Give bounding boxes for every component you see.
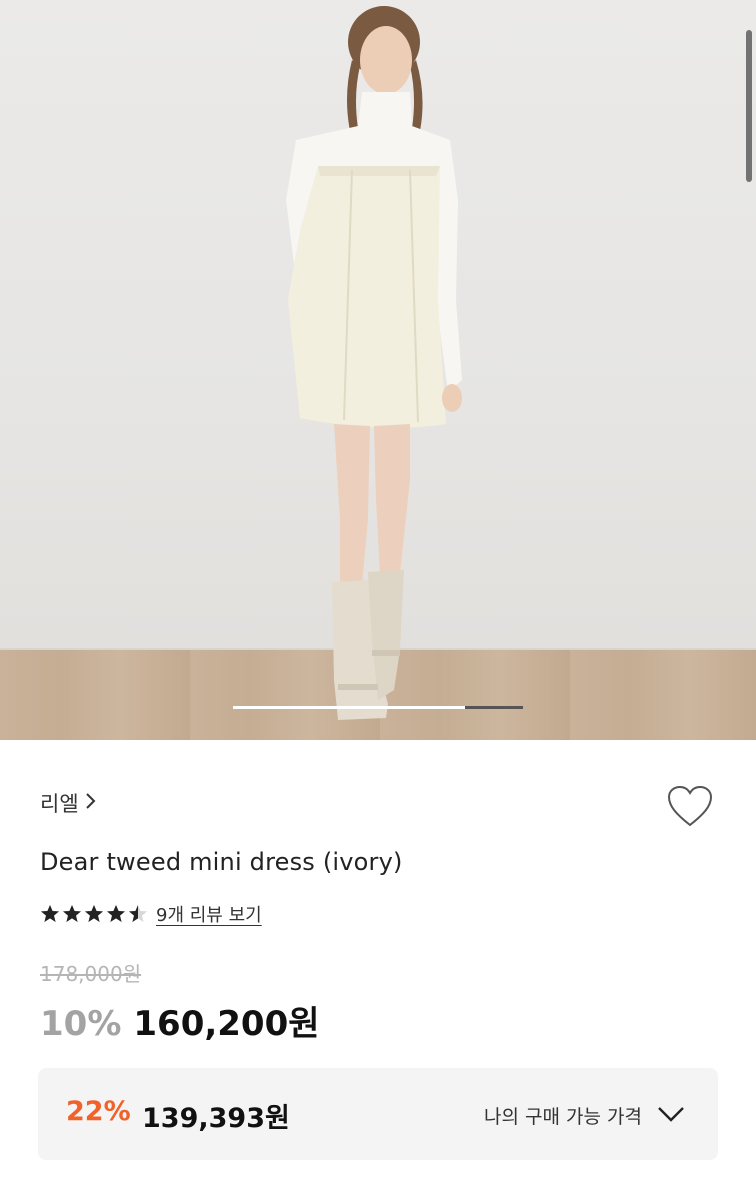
review-link[interactable]: 9개 리뷰 보기 bbox=[156, 901, 262, 927]
chevron-down-icon bbox=[658, 1107, 684, 1122]
gallery-progress-fill bbox=[233, 706, 465, 709]
product-name: Dear tweed mini dress (ivory) bbox=[40, 848, 403, 876]
original-price: 178,000원 bbox=[40, 962, 142, 986]
my-price-value: 139,393원 bbox=[142, 1103, 290, 1134]
chevron-right-icon bbox=[85, 792, 97, 815]
my-discount-rate: 22% bbox=[66, 1096, 131, 1127]
price-row: 10% 160,200원 bbox=[40, 996, 320, 1045]
rating-row: 9개 리뷰 보기 bbox=[40, 901, 262, 927]
sale-price: 160,200원 bbox=[133, 1004, 320, 1044]
brand-name: 리엘 bbox=[40, 792, 79, 816]
star-icon bbox=[63, 905, 81, 922]
page-scrollbar[interactable] bbox=[746, 30, 752, 182]
star-icon bbox=[129, 905, 147, 922]
star-icon bbox=[107, 905, 125, 922]
my-price-label: 나의 구매 가능 가격 bbox=[484, 1106, 642, 1128]
star-icon bbox=[85, 905, 103, 922]
my-price-dropdown[interactable]: 22% 139,393원 나의 구매 가능 가격 bbox=[38, 1068, 718, 1160]
discount-rate: 10% bbox=[40, 1004, 122, 1044]
star-rating bbox=[40, 904, 148, 924]
wishlist-button[interactable] bbox=[664, 782, 716, 830]
product-image[interactable] bbox=[0, 0, 756, 740]
gallery-progress-bar bbox=[233, 706, 523, 709]
brand-link[interactable]: 리엘 bbox=[40, 788, 97, 818]
star-icon bbox=[41, 905, 59, 922]
model-figure bbox=[286, 6, 462, 720]
heart-icon bbox=[667, 785, 713, 827]
